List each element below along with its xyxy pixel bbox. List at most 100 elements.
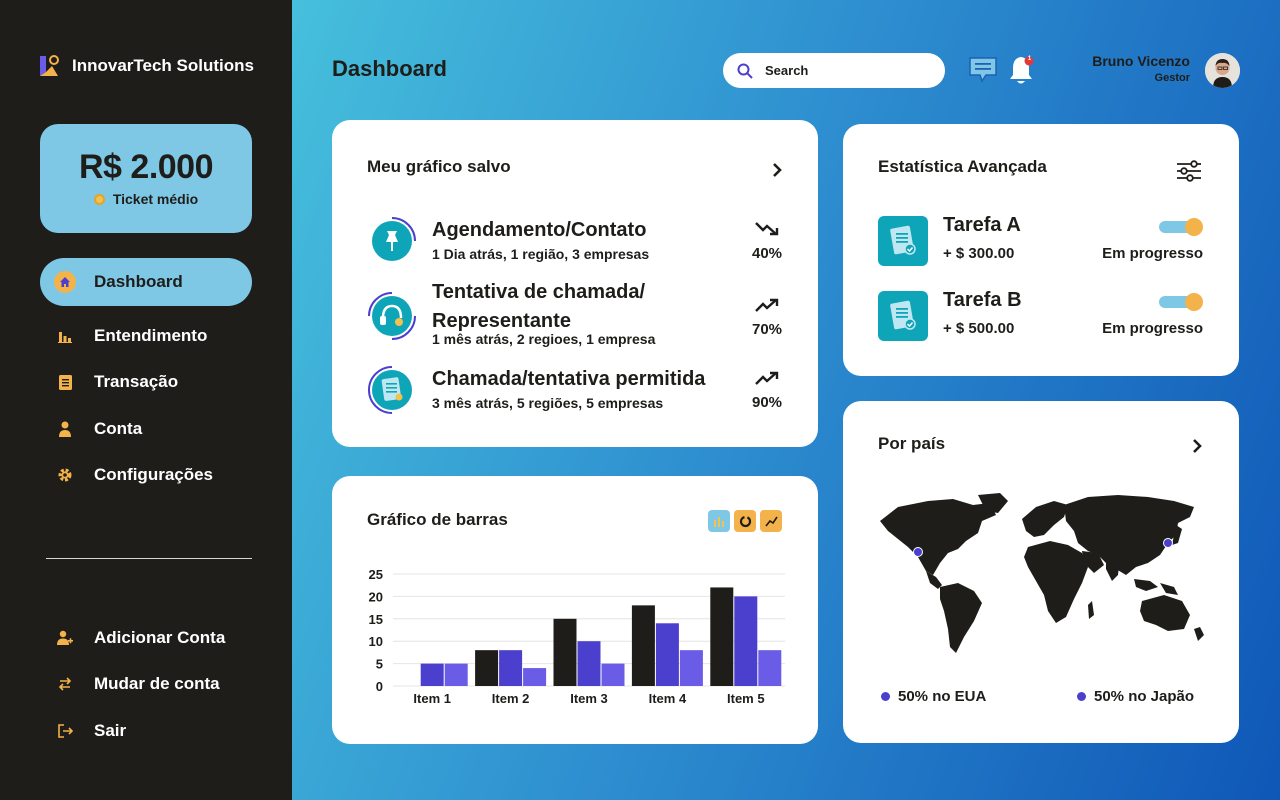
legend-label: 50% no Japão <box>1094 688 1195 705</box>
advanced-stats-card: Estatística Avançada Tarefa A + $ 300.00… <box>843 124 1239 376</box>
by-country-card: Por país 50% no EUA 50% no Japão <box>843 401 1239 743</box>
ticket-label-row: Ticket médio <box>40 191 252 207</box>
bar <box>499 650 523 686</box>
switch-icon <box>54 673 76 695</box>
ticket-card: R$ 2.000 Ticket médio <box>40 124 252 233</box>
saved-item[interactable]: Agendamento/Contato 1 Dia atrás, 1 regiã… <box>367 216 787 276</box>
bell-icon[interactable]: 1 <box>1008 54 1036 86</box>
sidebar-item-label: Adicionar Conta <box>94 628 226 647</box>
bar <box>631 605 655 686</box>
sidebar-item-label: Sair <box>94 721 127 740</box>
task-document-icon <box>878 291 928 341</box>
saved-item[interactable]: Tentativa de chamada/ Representante 1 mê… <box>367 278 787 350</box>
bar <box>420 663 444 686</box>
bar-chart-icon <box>714 517 724 527</box>
task-toggle[interactable] <box>1159 293 1203 311</box>
x-tick-label: Item 5 <box>727 691 765 706</box>
sidebar-item-label: Mudar de conta <box>94 674 220 693</box>
sidebar-item-label: Configurações <box>94 465 214 484</box>
bar-chart-type-button[interactable] <box>708 510 730 532</box>
sidebar-item-label: Dashboard <box>94 272 183 291</box>
logo-icon <box>40 55 59 76</box>
trend-percent: 70% <box>751 321 783 338</box>
notification-badge: 1 <box>1027 56 1032 62</box>
saved-item-name: Tentativa de chamada/ Representante <box>432 281 646 332</box>
bar <box>655 623 679 686</box>
sidebar-item-sair[interactable]: Sair <box>40 707 252 755</box>
trend-up-icon <box>755 371 779 385</box>
search-bar[interactable] <box>723 53 945 88</box>
y-tick-label: 5 <box>376 657 383 672</box>
bar <box>679 650 703 686</box>
chevron-right-icon[interactable] <box>1191 439 1203 453</box>
sidebar-item-label: Transação <box>94 372 179 391</box>
bar <box>444 663 468 686</box>
home-icon <box>54 271 76 293</box>
saved-item[interactable]: Chamada/tentativa permitida 3 mês atrás,… <box>367 365 787 425</box>
trend: 40% <box>747 220 787 262</box>
saved-chart-card: Meu gráfico salvo Agendamento/Contato 1 … <box>332 120 818 447</box>
task-status: Em progresso <box>1102 320 1203 337</box>
legend-label: 50% no EUA <box>898 688 987 705</box>
filter-sliders-icon[interactable] <box>1176 160 1202 182</box>
saved-item-meta: 1 Dia atrás, 1 região, 3 empresas <box>432 246 650 262</box>
bar-chart-card: Gráfico de barras 0 5 10 15 20 25 Item 1 Item 2… <box>332 476 818 744</box>
bar-chart-icon <box>54 325 76 347</box>
chevron-right-icon[interactable] <box>771 163 783 177</box>
user-name: Bruno Vicenzo <box>1092 53 1190 69</box>
trend-down-icon <box>755 222 779 236</box>
coin-icon <box>93 193 105 205</box>
task-row: Tarefa A + $ 300.00 Em progresso <box>878 214 1203 268</box>
donut-chart-type-button[interactable] <box>734 510 756 532</box>
bar <box>710 587 734 686</box>
task-status: Em progresso <box>1102 245 1203 262</box>
avatar[interactable] <box>1205 53 1240 88</box>
sidebar-item-configuracoes[interactable]: Configurações <box>40 451 252 499</box>
sidebar-item-entendimento[interactable]: Entendimento <box>40 312 252 360</box>
saved-chart-title: Meu gráfico salvo <box>367 157 511 176</box>
y-tick-label: 10 <box>369 634 383 649</box>
search-icon <box>737 63 753 79</box>
bar <box>758 650 782 686</box>
document-icon <box>54 371 76 393</box>
world-map <box>880 493 1204 653</box>
bar <box>523 668 547 686</box>
x-tick-label: Item 4 <box>649 691 687 706</box>
x-tick-label: Item 1 <box>413 691 451 706</box>
line-chart-type-button[interactable] <box>760 510 782 532</box>
bar-chart: 0 5 10 15 20 25 Item 1 Item 2 Item 3 Item 4 Item 5 <box>369 567 785 706</box>
sidebar-item-transacao[interactable]: Transação <box>40 358 252 406</box>
task-name: Tarefa B <box>943 289 1022 311</box>
gear-icon <box>54 464 76 486</box>
bar <box>475 650 499 686</box>
sidebar-item-adicionar-conta[interactable]: Adicionar Conta <box>40 614 252 662</box>
sidebar-item-conta[interactable]: Conta <box>40 405 252 453</box>
sidebar-divider <box>46 558 252 559</box>
x-tick-label: Item 3 <box>570 691 608 706</box>
trend-percent: 90% <box>751 394 783 411</box>
sidebar-item-dashboard[interactable]: Dashboard <box>40 258 252 306</box>
donut-chart-icon <box>739 515 751 527</box>
bar <box>601 663 625 686</box>
line-chart-icon <box>764 516 778 526</box>
saved-item-name: Agendamento/Contato <box>432 219 647 241</box>
search-input[interactable] <box>765 63 925 78</box>
message-icon[interactable] <box>968 56 998 84</box>
saved-item-meta: 1 mês atrás, 2 regioes, 1 empresa <box>432 331 656 347</box>
page-title: Dashboard <box>332 56 447 81</box>
y-tick-label: 25 <box>369 567 383 582</box>
y-tick-label: 15 <box>369 612 383 627</box>
main-area: Dashboard 1 Bruno Vicenzo Gestor Meu grá… <box>292 0 1280 800</box>
brand[interactable]: InnovarTech Solutions <box>38 54 254 78</box>
trend-up-icon <box>755 298 779 312</box>
trend: 90% <box>747 369 787 411</box>
headset-icon <box>368 292 416 340</box>
task-amount: + $ 500.00 <box>943 320 1015 337</box>
brand-name: InnovarTech Solutions <box>72 56 254 75</box>
ticket-label: Ticket médio <box>112 191 199 207</box>
legend-dot <box>881 692 890 701</box>
sidebar-item-mudar-conta[interactable]: Mudar de conta <box>40 660 252 708</box>
ticket-value: R$ 2.000 <box>79 148 214 186</box>
by-country-title: Por país <box>878 434 946 453</box>
task-toggle[interactable] <box>1159 218 1203 236</box>
